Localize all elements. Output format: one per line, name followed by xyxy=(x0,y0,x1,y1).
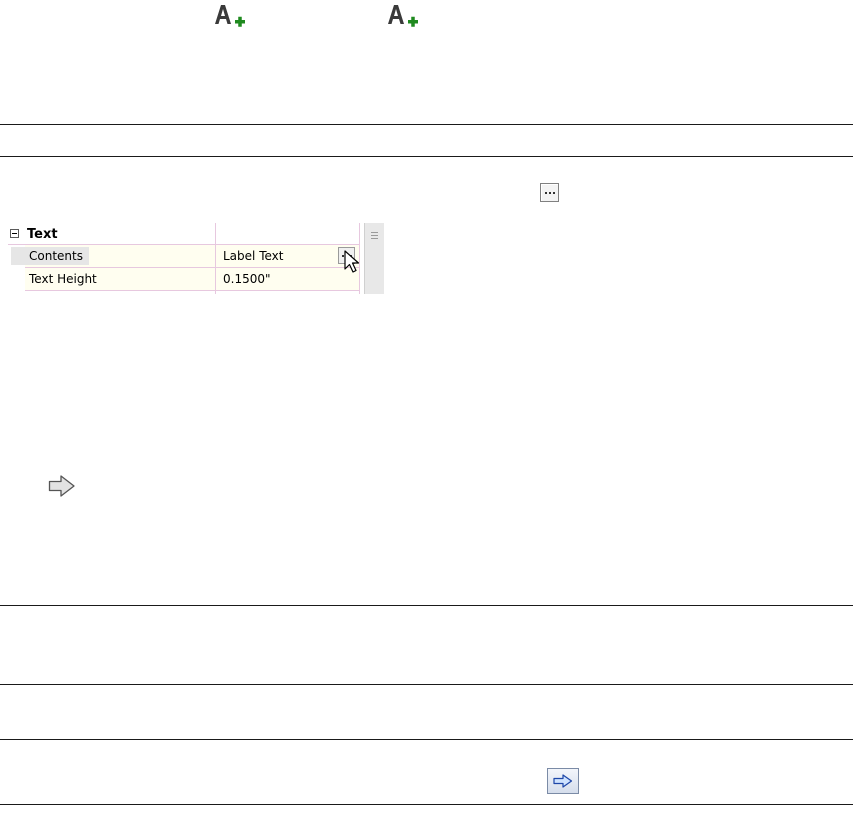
property-value[interactable]: Label Text xyxy=(223,247,283,265)
property-name: Contents xyxy=(11,247,89,265)
category-row-text[interactable]: Text xyxy=(8,223,360,245)
mouse-cursor-icon xyxy=(344,250,360,273)
column-divider xyxy=(215,223,216,294)
divider xyxy=(0,804,853,805)
divider xyxy=(0,156,853,157)
scrollbar[interactable] xyxy=(364,223,384,294)
divider xyxy=(0,124,853,125)
scroll-grip-icon xyxy=(371,232,378,241)
divider xyxy=(0,684,853,685)
add-text-icon[interactable] xyxy=(385,2,419,32)
property-name: Text Height xyxy=(29,272,97,286)
next-button[interactable] xyxy=(547,768,579,794)
add-text-icon[interactable] xyxy=(212,2,246,32)
category-label: Text xyxy=(27,227,58,242)
ellipsis-icon xyxy=(544,192,555,194)
arrow-right-icon xyxy=(48,475,75,497)
property-value[interactable]: 0.1500" xyxy=(223,270,271,288)
property-row-contents[interactable]: Contents Label Text xyxy=(11,245,360,268)
property-row-text-height[interactable]: Text Height 0.1500" xyxy=(25,268,360,291)
divider xyxy=(0,605,853,606)
property-grid: Text Contents Label Text Text Height 0.1… xyxy=(8,223,384,294)
arrow-right-icon xyxy=(553,774,573,788)
divider xyxy=(0,739,853,740)
ellipsis-button[interactable] xyxy=(540,183,559,202)
collapse-icon[interactable] xyxy=(10,229,19,238)
